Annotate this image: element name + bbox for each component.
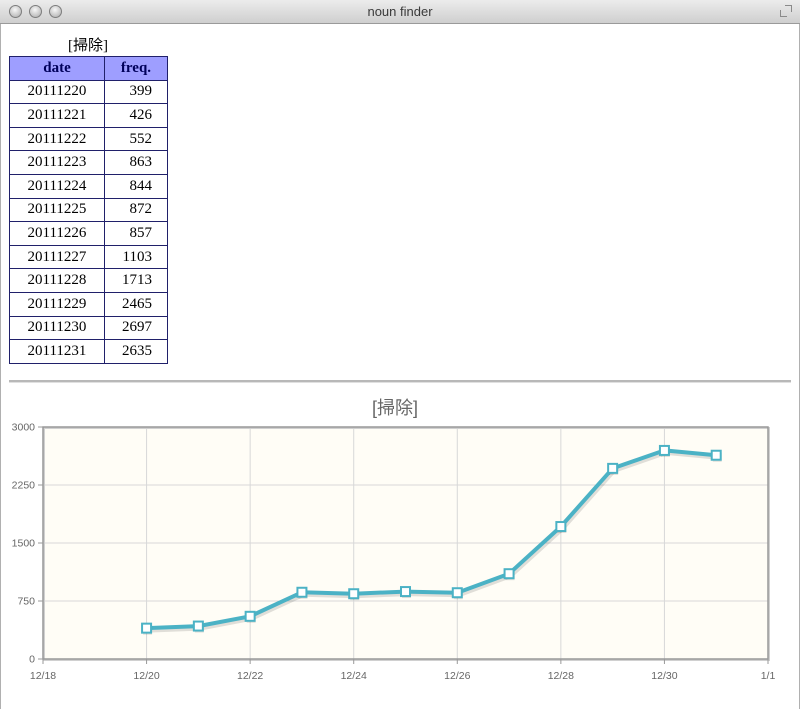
y-tick-label: 2250 bbox=[12, 480, 36, 492]
y-tick-label: 1500 bbox=[12, 538, 36, 550]
frequency-table: date freq. 20111220 399 20111221 426 2011122… bbox=[9, 56, 168, 364]
data-point bbox=[400, 586, 411, 598]
column-header-freq: freq. bbox=[104, 56, 168, 81]
date-cell: 20111231 bbox=[9, 339, 105, 364]
data-point bbox=[244, 610, 256, 622]
date-cell: 20111225 bbox=[9, 197, 105, 223]
table-row: 20111231 2635 bbox=[9, 339, 168, 364]
x-tick-label: 12/26 bbox=[444, 670, 470, 682]
data-point bbox=[710, 449, 722, 461]
table-row: 20111230 2697 bbox=[9, 315, 168, 341]
line-chart: 0 750 1500 2250 3000 12/18 12/20 12/22 12/24 12/2… bbox=[12, 422, 776, 683]
freq-cell: 2465 bbox=[104, 291, 168, 317]
y-tick-label: 3000 bbox=[12, 422, 36, 434]
x-tick-label: 12/18 bbox=[30, 670, 56, 682]
freq-cell: 863 bbox=[104, 150, 168, 175]
window-title: noun finder bbox=[367, 4, 433, 19]
date-cell: 20111228 bbox=[9, 268, 105, 293]
table-body: 20111220 399 20111221 426 20111222 552 2011122… bbox=[9, 79, 168, 364]
date-cell: 20111226 bbox=[9, 221, 105, 246]
date-cell: 20111224 bbox=[9, 173, 105, 199]
freq-cell: 552 bbox=[104, 126, 168, 152]
freq-cell: 399 bbox=[104, 79, 168, 105]
plot-area: 0 750 1500 2250 3000 12/18 12/20 12/22 12/24 12/2… bbox=[12, 422, 776, 683]
date-cell: 20111223 bbox=[9, 150, 105, 175]
table-row: 20111227 1103 bbox=[9, 244, 168, 270]
freq-cell: 1103 bbox=[104, 244, 168, 270]
freq-cell: 2635 bbox=[104, 339, 168, 364]
data-point bbox=[658, 444, 670, 456]
data-point bbox=[192, 620, 204, 632]
x-tick-label: 12/20 bbox=[133, 670, 159, 682]
date-cell: 20111220 bbox=[9, 79, 105, 105]
freq-cell: 2697 bbox=[104, 315, 168, 341]
freq-cell: 857 bbox=[104, 221, 168, 246]
data-point bbox=[141, 622, 153, 634]
title-bar: noun finder bbox=[0, 0, 800, 24]
freq-cell: 844 bbox=[104, 173, 168, 199]
table-row: 20111226 857 bbox=[9, 221, 168, 246]
column-header-date: date bbox=[9, 56, 105, 81]
table-caption: [掃除] bbox=[68, 38, 108, 54]
data-point bbox=[607, 462, 619, 474]
table-row: 20111229 2465 bbox=[9, 291, 168, 317]
freq-cell: 872 bbox=[104, 197, 168, 223]
date-cell: 20111230 bbox=[9, 315, 105, 341]
x-tick-label: 12/22 bbox=[237, 670, 263, 682]
y-tick-label: 0 bbox=[29, 654, 35, 666]
table-header-row: date freq. bbox=[9, 56, 168, 81]
y-tick-label: 750 bbox=[17, 596, 35, 608]
date-cell: 20111222 bbox=[9, 126, 105, 152]
data-point bbox=[503, 568, 515, 580]
data-point bbox=[451, 587, 463, 599]
table-row: 20111228 1713 bbox=[9, 268, 168, 293]
data-point bbox=[348, 588, 360, 600]
table-row: 20111222 552 bbox=[9, 126, 168, 152]
fullscreen-icon[interactable] bbox=[780, 5, 792, 17]
table-row: 20111221 426 bbox=[9, 103, 168, 128]
section-divider bbox=[9, 380, 791, 383]
date-cell: 20111229 bbox=[9, 291, 105, 317]
data-point bbox=[555, 521, 567, 533]
freq-cell: 426 bbox=[104, 103, 168, 128]
date-cell: 20111221 bbox=[9, 103, 105, 128]
table-row: 20111220 399 bbox=[9, 79, 168, 105]
x-tick-label: 12/24 bbox=[341, 670, 367, 682]
data-point bbox=[296, 586, 308, 598]
x-tick-label: 12/30 bbox=[651, 670, 677, 682]
chart-title: [掃除] bbox=[371, 398, 418, 418]
date-cell: 20111227 bbox=[9, 244, 105, 270]
freq-cell: 1713 bbox=[104, 268, 168, 293]
table-row: 20111225 872 bbox=[9, 197, 168, 223]
table-row: 20111223 863 bbox=[9, 150, 168, 175]
x-tick-label: 1/1 bbox=[761, 670, 776, 682]
table-row: 20111224 844 bbox=[9, 173, 168, 199]
x-tick-label: 12/28 bbox=[548, 670, 574, 682]
